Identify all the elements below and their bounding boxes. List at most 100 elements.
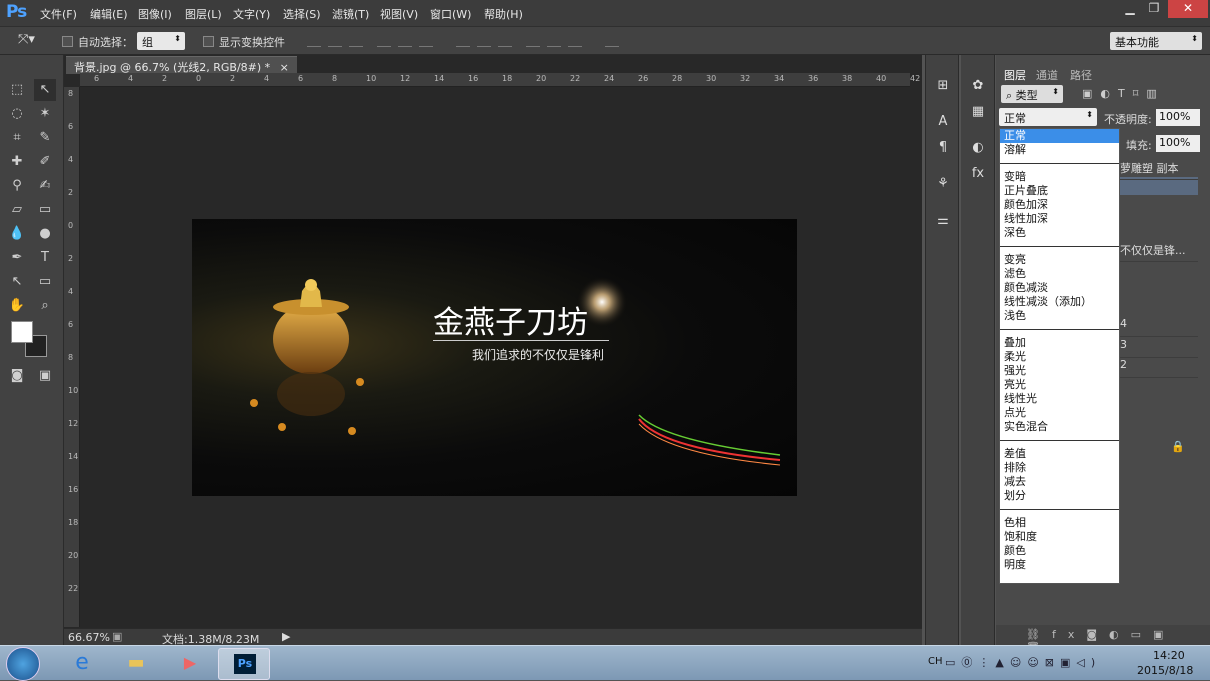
distribute-top-icon[interactable] — [456, 33, 470, 47]
menu-window[interactable]: 窗口(W) — [430, 6, 471, 22]
blend-mode-option[interactable]: 亮光 — [1000, 378, 1119, 392]
blend-mode-option[interactable]: 浅色 — [1000, 309, 1119, 323]
blur-icon[interactable]: 💧 — [6, 223, 28, 245]
menu-filter[interactable]: 滤镜(T) — [332, 6, 369, 22]
distribute-left-icon[interactable] — [526, 33, 540, 47]
pen-tool-icon[interactable]: ✒ — [6, 247, 28, 269]
layer-row-1[interactable]: 萝雕塑 副本 — [1120, 160, 1198, 180]
align-left-icon[interactable] — [377, 33, 391, 47]
crop-tool-icon[interactable]: ⌗ — [6, 127, 28, 149]
tray-icons[interactable]: ▭⓪⋮▲☺☺⊠▣◁) — [945, 654, 1101, 670]
screen-mode-icon[interactable]: ▣ — [34, 365, 56, 387]
blend-mode-menu[interactable]: 正常 溶解变暗 正片叠底 颜色加深 线性加深 深色变亮 滤色 颜色减淡 线性减淡（添加） 浅色叠加… — [999, 128, 1120, 584]
menu-type[interactable]: 文字(Y) — [233, 6, 270, 22]
blend-mode-option[interactable]: 明度 — [1000, 558, 1119, 572]
menu-help[interactable]: 帮助(H) — [484, 6, 523, 22]
blend-mode-option[interactable]: 线性光 — [1000, 392, 1119, 406]
blend-mode-option[interactable]: 点光 — [1000, 406, 1119, 420]
distribute-vcenter-icon[interactable] — [477, 33, 491, 47]
blend-mode-option[interactable]: 颜色 — [1000, 544, 1119, 558]
align-vcenter-icon[interactable] — [328, 33, 342, 47]
document-tab[interactable]: 背景.jpg @ 66.7% (光线2, RGB/8#) * × — [66, 56, 297, 74]
blend-mode-option[interactable]: 溶解 — [1000, 143, 1119, 157]
color-icon[interactable]: ✿ — [966, 75, 990, 97]
eyedropper-icon[interactable]: ✎ — [34, 127, 56, 149]
styles-icon[interactable]: fx — [966, 163, 990, 185]
lasso-tool-icon[interactable]: ◌ — [6, 103, 28, 125]
dodge-icon[interactable]: ● — [34, 223, 56, 245]
tab-paths[interactable]: 路径 — [1070, 67, 1092, 83]
adjustments-icon[interactable]: ◐ — [966, 137, 990, 159]
blend-mode-option[interactable]: 划分 — [1000, 489, 1119, 503]
distribute-hcenter-icon[interactable] — [547, 33, 561, 47]
paragraph-icon[interactable]: ¶ — [931, 137, 955, 159]
blend-mode-option[interactable]: 深色 — [1000, 226, 1119, 240]
history-icon[interactable]: ⊞ — [931, 75, 955, 97]
blend-mode-option[interactable]: 差值 — [1000, 447, 1119, 461]
blend-mode-option[interactable]: 正片叠底 — [1000, 184, 1119, 198]
layer-row-7[interactable]: 3 — [1120, 338, 1198, 358]
show-transform-checkbox[interactable] — [203, 36, 214, 47]
layer-filter-dropdown[interactable]: ⌕ 类型 ⬍ — [1001, 85, 1063, 103]
menu-image[interactable]: 图像(I) — [138, 6, 172, 22]
hand-tool-icon[interactable]: ✋ — [6, 295, 28, 317]
tab-channels[interactable]: 通道 — [1036, 67, 1058, 83]
blend-mode-option[interactable]: 变暗 — [1000, 170, 1119, 184]
healing-brush-icon[interactable]: ✚ — [6, 151, 28, 173]
blend-mode-option[interactable]: 色相 — [1000, 516, 1119, 530]
blend-mode-option[interactable]: 排除 — [1000, 461, 1119, 475]
start-button-icon[interactable] — [6, 647, 40, 681]
gradient-icon[interactable]: ▭ — [34, 199, 56, 221]
blend-mode-option[interactable]: 饱和度 — [1000, 530, 1119, 544]
align-top-icon[interactable] — [307, 33, 321, 47]
blend-mode-option[interactable]: 颜色加深 — [1000, 198, 1119, 212]
blend-mode-option[interactable]: 线性减淡（添加） — [1000, 295, 1119, 309]
align-hcenter-icon[interactable] — [398, 33, 412, 47]
marquee-tool-icon[interactable]: ⬚ — [6, 79, 28, 101]
blend-mode-option[interactable]: 柔光 — [1000, 350, 1119, 364]
blend-mode-option[interactable]: 减去 — [1000, 475, 1119, 489]
layer-row-8[interactable]: 2 — [1120, 358, 1198, 378]
blend-mode-option[interactable]: 叠加 — [1000, 336, 1119, 350]
blend-mode-option[interactable]: 正常 — [1000, 129, 1119, 143]
close-button[interactable]: ✕ — [1168, 0, 1208, 18]
tool-presets-icon[interactable]: ⚌ — [931, 210, 955, 232]
restore-button[interactable]: ❐ — [1140, 0, 1168, 18]
status-info-icon[interactable]: ▣ — [112, 630, 122, 643]
blend-mode-option[interactable]: 线性加深 — [1000, 212, 1119, 226]
status-menu-arrow-icon[interactable]: ▶ — [282, 630, 290, 643]
clone-stamp-icon[interactable]: ⚲ — [6, 175, 28, 197]
brush-presets-icon[interactable]: ⚘ — [931, 173, 955, 195]
auto-align-icon[interactable] — [605, 33, 619, 47]
zoom-tool-icon[interactable]: ⌕ — [34, 295, 56, 317]
menu-view[interactable]: 视图(V) — [380, 6, 418, 22]
clock-date[interactable]: 2015/8/18 — [1137, 664, 1193, 677]
shape-tool-icon[interactable]: ▭ — [34, 271, 56, 293]
clock-time[interactable]: 14:20 — [1153, 649, 1185, 662]
media-player-icon[interactable]: ▶ — [164, 648, 216, 680]
eraser-icon[interactable]: ▱ — [6, 199, 28, 221]
swatches-icon[interactable]: ▦ — [966, 101, 990, 123]
magic-wand-icon[interactable]: ✶ — [34, 103, 56, 125]
distribute-right-icon[interactable] — [568, 33, 582, 47]
canvas-image[interactable]: 金燕子刀坊 我们追求的不仅仅是锋利 — [192, 219, 797, 496]
explorer-icon[interactable]: ▬ — [110, 648, 162, 680]
blend-mode-option[interactable]: 强光 — [1000, 364, 1119, 378]
menu-layer[interactable]: 图层(L) — [185, 6, 222, 22]
tab-layers[interactable]: 图层 — [1004, 67, 1026, 83]
blend-mode-option[interactable]: 实色混合 — [1000, 420, 1119, 434]
distribute-bottom-icon[interactable] — [498, 33, 512, 47]
menu-select[interactable]: 选择(S) — [283, 6, 321, 22]
workspace-dropdown[interactable]: 基本功能 ⬍ — [1110, 32, 1202, 50]
move-tool-icon[interactable]: ↖ — [34, 79, 56, 101]
layer-actions-bar[interactable]: ⛓fx◙◐▭▣🗑 — [996, 625, 1210, 654]
fill-field[interactable]: 100% — [1156, 135, 1200, 152]
language-indicator[interactable]: CH — [928, 656, 943, 667]
layer-row-6[interactable]: 4 — [1120, 317, 1198, 337]
blend-mode-option[interactable]: 颜色减淡 — [1000, 281, 1119, 295]
auto-select-dropdown[interactable]: 组 ⬍ — [137, 32, 185, 50]
blend-mode-option[interactable]: 滤色 — [1000, 267, 1119, 281]
blend-mode-option[interactable]: 变亮 — [1000, 253, 1119, 267]
character-icon[interactable]: A — [931, 111, 955, 133]
zoom-level[interactable]: 66.67% — [68, 631, 110, 644]
